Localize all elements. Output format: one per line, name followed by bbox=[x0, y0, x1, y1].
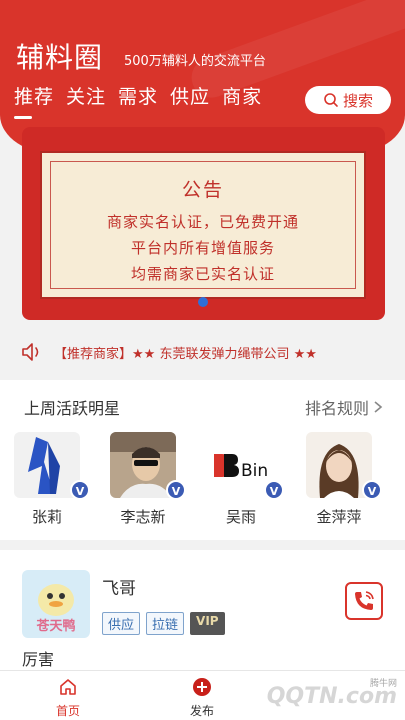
star-user-name: 张莉 bbox=[31, 508, 62, 526]
announcement-line: 平台内所有增值服务 bbox=[130, 239, 275, 257]
post-author-name: 飞哥 bbox=[102, 579, 136, 599]
nav-home-label: 首页 bbox=[55, 704, 80, 718]
star-user[interactable]: V 金萍萍 bbox=[306, 432, 382, 527]
nav-publish[interactable]: 发布 bbox=[172, 677, 232, 719]
star-user[interactable]: Bin V 吴雨 bbox=[208, 432, 284, 527]
star-user-name: 李志新 bbox=[120, 508, 166, 526]
search-label: 搜索 bbox=[342, 91, 373, 110]
verified-badge: V bbox=[166, 480, 186, 500]
star-user[interactable]: V 张莉 bbox=[14, 432, 90, 527]
star-user[interactable]: V 李志新 bbox=[110, 432, 186, 527]
star-user-name: 金萍萍 bbox=[316, 508, 362, 526]
tab-demand[interactable]: 需求 bbox=[118, 82, 158, 119]
ranking-rules-link[interactable]: 排名规则 bbox=[305, 395, 383, 419]
announcement-ticker[interactable]: 【推荐商家】★★ 东莞联发弹力绳带公司 ★★ bbox=[0, 334, 405, 370]
carousel-indicator[interactable] bbox=[198, 297, 208, 307]
watermark-caption: 腾牛网 bbox=[369, 679, 397, 689]
verified-badge: V bbox=[70, 480, 90, 500]
call-button[interactable] bbox=[345, 582, 383, 620]
post-tags: 供应 拉链 VIP bbox=[102, 612, 225, 635]
star-user-name: 吴雨 bbox=[225, 508, 256, 526]
verified-badge: V bbox=[362, 480, 382, 500]
announcement-line: 均需商家已实名认证 bbox=[130, 265, 275, 283]
nav-publish-label: 发布 bbox=[189, 704, 214, 718]
nav-home[interactable]: 首页 bbox=[38, 677, 98, 719]
tab-bar: 推荐 关注 需求 供应 商家 bbox=[14, 82, 262, 119]
watermark: 腾牛网 QQTN.com bbox=[267, 676, 397, 716]
search-button[interactable]: 搜索 bbox=[305, 86, 391, 114]
chevron-right-icon bbox=[374, 401, 383, 413]
speaker-icon bbox=[22, 343, 39, 361]
tab-recommend[interactable]: 推荐 bbox=[14, 82, 54, 119]
tab-merchant[interactable]: 商家 bbox=[222, 82, 262, 119]
app-title: 辅料圈 bbox=[16, 41, 104, 74]
tag-zipper: 拉链 bbox=[146, 612, 185, 635]
ticker-text: 【推荐商家】★★ 东莞联发弹力绳带公司 ★★ bbox=[54, 346, 317, 362]
tab-supply[interactable]: 供应 bbox=[170, 82, 210, 119]
announcement-banner[interactable]: 公告 商家实名认证，已免费开通 平台内所有增值服务 均需商家已实名认证 bbox=[22, 127, 385, 320]
search-icon bbox=[324, 93, 338, 107]
post-content: 厉害 bbox=[22, 650, 55, 669]
app-slogan: 500万辅料人的交流平台 bbox=[124, 54, 266, 69]
ranking-rules-label: 排名规则 bbox=[304, 399, 369, 418]
phone-icon bbox=[355, 591, 374, 610]
tag-supply: 供应 bbox=[102, 612, 141, 635]
plus-circle-icon bbox=[193, 678, 211, 696]
brand-logo-text: Bin bbox=[241, 461, 268, 481]
avatar-caption: 苍天鸭 bbox=[35, 618, 75, 634]
post-card[interactable]: 苍天鸭 飞哥 供应 拉链 VIP 厉害 bbox=[0, 550, 405, 670]
tab-follow[interactable]: 关注 bbox=[66, 82, 106, 119]
announcement-line: 商家实名认证，已免费开通 bbox=[106, 213, 299, 231]
announcement-card: 公告 商家实名认证，已免费开通 平台内所有增值服务 均需商家已实名认证 bbox=[40, 151, 366, 299]
section-title: 上周活跃明星 bbox=[24, 399, 121, 418]
announcement-title: 公告 bbox=[181, 179, 224, 201]
active-stars-section: 上周活跃明星 排名规则 V 张莉 V 李志新 Bin V 吴雨 V 金萍萍 bbox=[0, 380, 405, 540]
avatar[interactable]: 苍天鸭 bbox=[22, 570, 90, 638]
home-icon bbox=[60, 679, 76, 695]
verified-badge: V bbox=[264, 480, 284, 500]
vip-badge: VIP bbox=[190, 612, 225, 635]
